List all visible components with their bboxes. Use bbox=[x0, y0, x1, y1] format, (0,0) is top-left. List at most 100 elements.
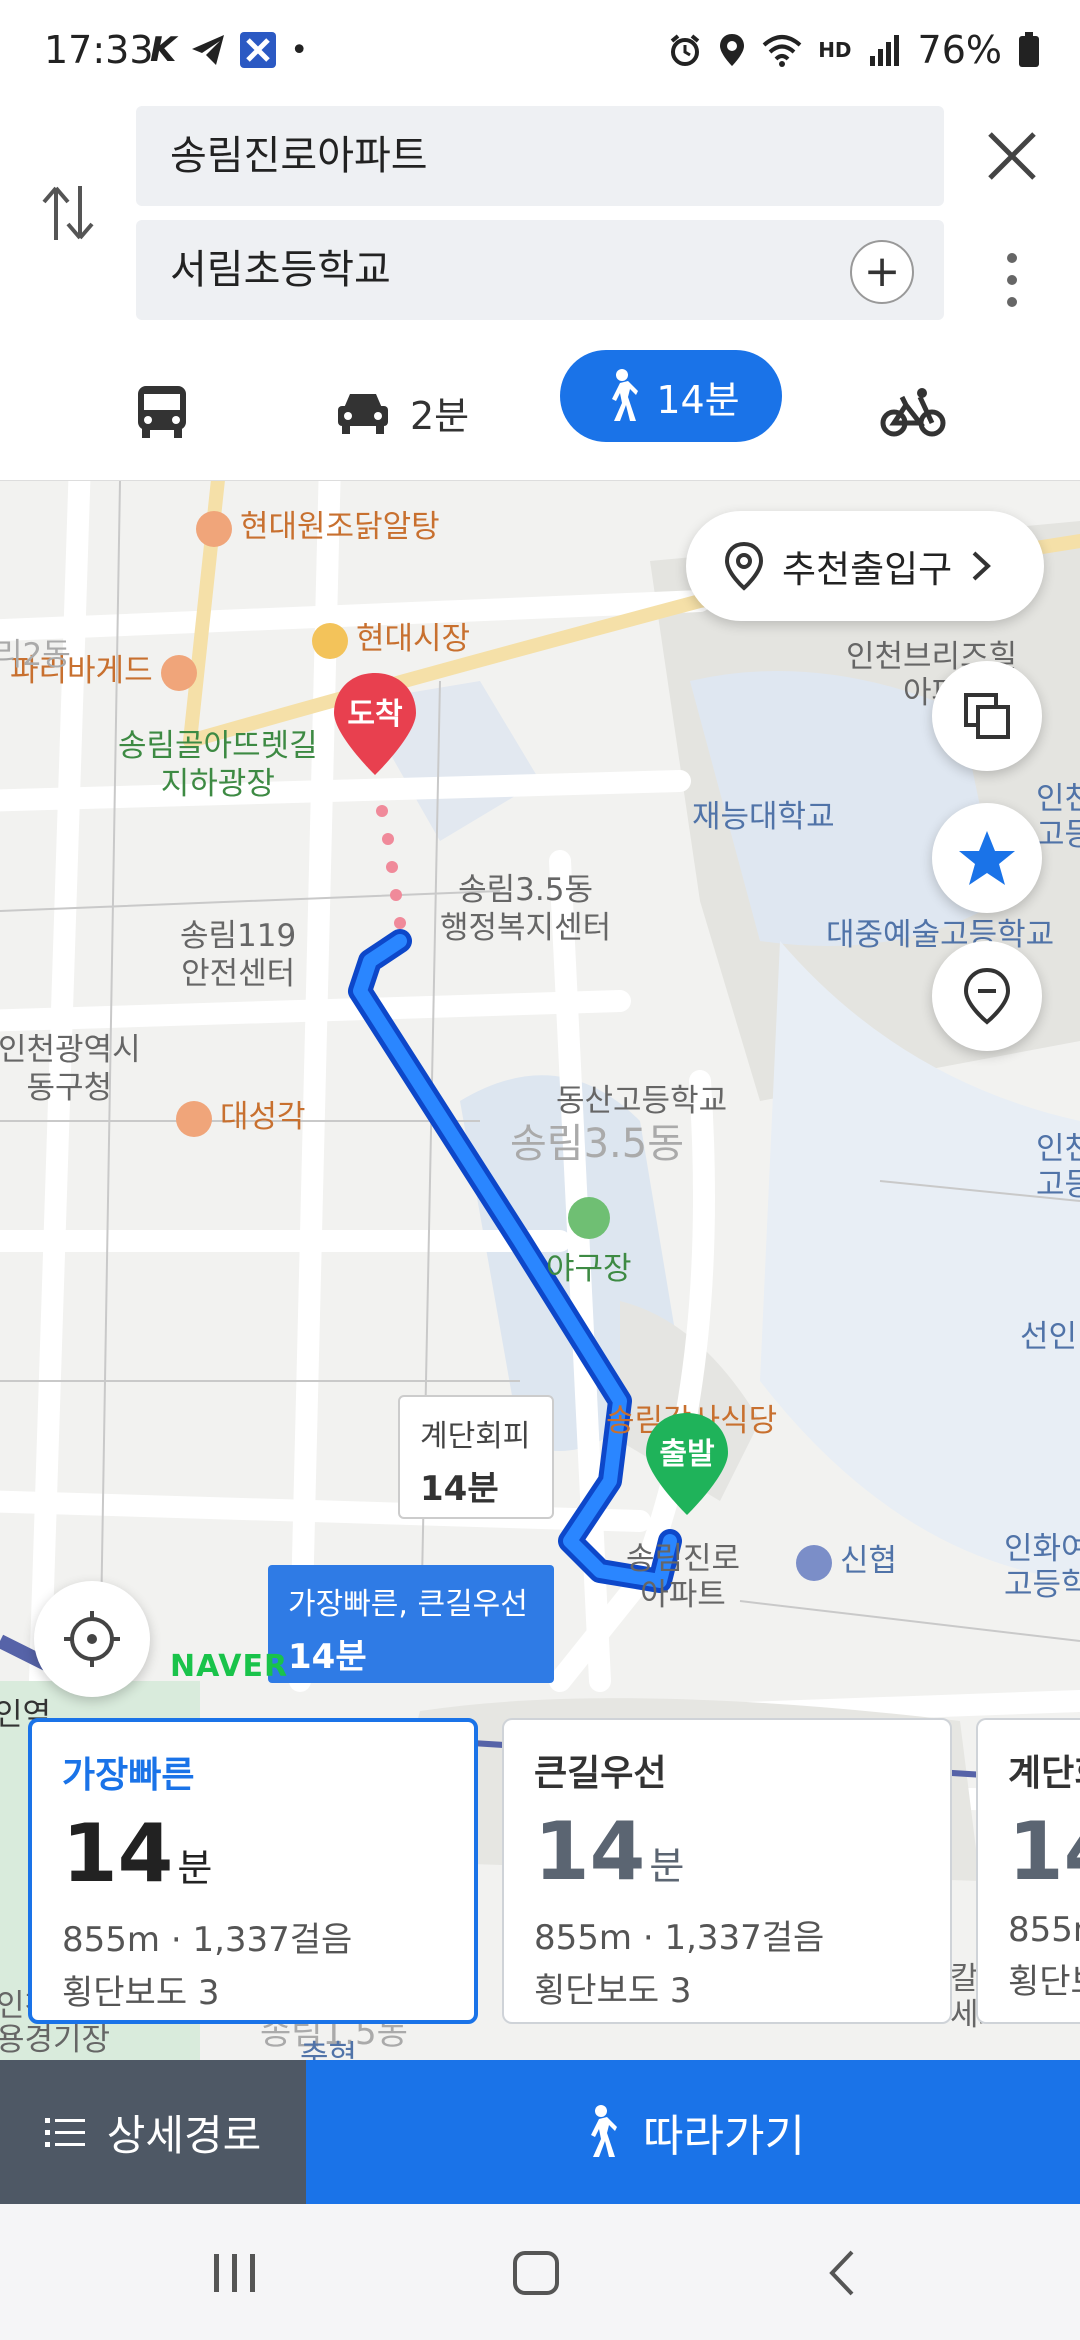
field-icon bbox=[567, 1197, 610, 1239]
location-icon bbox=[720, 34, 745, 66]
dot-icon: • bbox=[290, 32, 309, 68]
map-label-arts-highschool[interactable]: 대중예술고등학교 bbox=[826, 909, 1054, 954]
star-icon bbox=[959, 831, 1015, 885]
destination-text: 서림초등학교 bbox=[170, 247, 391, 293]
map-label-right-2: 인천고등 bbox=[1036, 1131, 1080, 1203]
route-card-title: 계단회 bbox=[1008, 1753, 1080, 1794]
swap-icon[interactable] bbox=[40, 180, 96, 246]
map-label-right-4: 인화여고등학 bbox=[1004, 1531, 1080, 1603]
tab-transit[interactable] bbox=[136, 366, 188, 458]
route-card-time: 14 분 bbox=[62, 1807, 213, 1900]
app-k-icon: K bbox=[150, 30, 177, 70]
map-label-right-1: 인천고등 bbox=[1036, 781, 1080, 853]
close-icon[interactable] bbox=[986, 130, 1038, 182]
map-label-safety-center[interactable]: 송림119 안전센터 bbox=[180, 917, 296, 993]
favorites-button[interactable] bbox=[932, 803, 1042, 913]
route-card-crossings: 횡단보도 3 bbox=[534, 1971, 692, 2011]
follow-label: 따라가기 bbox=[643, 2111, 805, 2162]
map-label-apartment[interactable]: 송림진로 아파트 bbox=[626, 1541, 740, 1613]
map-label-admin-center[interactable]: 송림3.5동 행정복지센터 bbox=[440, 871, 611, 947]
recommend-entrance-button[interactable]: 추천출입구 bbox=[686, 511, 1044, 621]
chevron-right-icon bbox=[972, 551, 992, 581]
map-label-bottom-center-2: 충혁 bbox=[300, 2039, 358, 2060]
route-card-main-road[interactable]: 큰길우선 14 분 855m · 1,337걸음 횡단보도 3 bbox=[502, 1718, 952, 2024]
route-card-stats: 855m · 1,337걸음 bbox=[62, 1920, 353, 1960]
tab-car[interactable]: 2분 bbox=[334, 366, 469, 458]
route-card-crossings: 횡단보 bbox=[1008, 1962, 1080, 2002]
map-label-plaza[interactable]: 송림골아뜨렛길 지하광장 bbox=[118, 727, 318, 803]
departure-marker[interactable]: 출발 bbox=[642, 1409, 732, 1519]
alarm-icon bbox=[670, 34, 700, 66]
tab-bike[interactable] bbox=[880, 366, 946, 458]
location-pin-button[interactable] bbox=[932, 941, 1042, 1051]
app-x-icon bbox=[240, 32, 277, 68]
map-label-bank[interactable]: 신협 bbox=[796, 1535, 897, 1581]
map-label-baseball-field[interactable]: 야구장 bbox=[546, 1197, 632, 1288]
system-navigation-bar bbox=[0, 2204, 1080, 2340]
origin-text: 송림진로아파트 bbox=[170, 133, 428, 179]
bicycle-icon bbox=[880, 388, 946, 437]
route-card-stats: 855m bbox=[1008, 1910, 1080, 1950]
bottom-action-bar: 상세경로 따라가기 bbox=[0, 2060, 1080, 2204]
walk-time: 14분 bbox=[656, 377, 740, 422]
car-time: 2분 bbox=[410, 393, 470, 438]
list-icon bbox=[44, 2118, 85, 2147]
follow-navigation-button[interactable]: 따라가기 bbox=[306, 2060, 1080, 2204]
recent-apps-icon[interactable] bbox=[212, 2252, 258, 2294]
status-right: HD 76% bbox=[668, 28, 1040, 72]
origin-field[interactable]: 송림진로아파트 bbox=[136, 106, 944, 206]
add-waypoint-button[interactable]: + bbox=[850, 240, 914, 304]
tooltip-stairs-avoid[interactable]: 계단회피 14분 bbox=[398, 1395, 554, 1519]
naver-logo: NAVER bbox=[170, 1649, 289, 1684]
map-label-restaurant[interactable]: 현대원조닭알탕 bbox=[196, 501, 440, 547]
status-bar: 17:33 K • HD 76% bbox=[0, 0, 1080, 100]
signal-icon bbox=[869, 35, 899, 66]
battery-icon bbox=[1019, 32, 1039, 67]
route-details-button[interactable]: 상세경로 bbox=[0, 2060, 306, 2204]
more-options-icon[interactable] bbox=[1002, 250, 1022, 310]
back-icon[interactable] bbox=[826, 2248, 856, 2298]
telegram-icon bbox=[192, 35, 225, 65]
pin-minus-icon bbox=[963, 967, 1011, 1025]
tab-walk[interactable]: 14분 bbox=[560, 350, 782, 442]
route-search-header: 송림진로아파트 서림초등학교 + 2분 14분 bbox=[0, 100, 1080, 480]
destination-field[interactable]: 서림초등학교 + bbox=[136, 220, 944, 320]
map-label-right-3: 선인 bbox=[1020, 1319, 1078, 1355]
market-icon bbox=[312, 622, 348, 659]
route-card-title: 가장빠른 bbox=[62, 1755, 195, 1796]
map-label-daeseonggak[interactable]: 대성각 bbox=[176, 1091, 306, 1137]
home-icon[interactable] bbox=[512, 2250, 560, 2296]
fork-knife-icon bbox=[196, 510, 232, 547]
layers-button[interactable] bbox=[932, 661, 1042, 771]
map-label-district: 송림3.5동 bbox=[510, 1121, 685, 1167]
plus-icon: + bbox=[863, 246, 901, 297]
current-location-button[interactable] bbox=[34, 1581, 150, 1697]
bank-icon bbox=[796, 1544, 832, 1581]
battery-percent: 76% bbox=[917, 28, 1002, 72]
walk-icon bbox=[591, 2105, 618, 2157]
map-label-university[interactable]: 재능대학교 bbox=[692, 791, 835, 836]
bus-icon bbox=[138, 386, 186, 438]
map-label-ward-office[interactable]: 인천광역시 동구청 bbox=[0, 1031, 141, 1107]
route-card-crossings: 횡단보도 3 bbox=[62, 1973, 220, 2013]
route-card-stairs-avoid[interactable]: 계단회 14 855m 횡단보 bbox=[976, 1718, 1080, 2024]
recommend-entrance-label: 추천출입구 bbox=[782, 548, 953, 591]
map-label-left-edge-1: 리2동 bbox=[0, 637, 71, 673]
crosshair-icon bbox=[64, 1611, 120, 1667]
wifi-icon bbox=[762, 35, 802, 67]
bakery-icon bbox=[160, 654, 197, 691]
transport-mode-tabs: 2분 14분 bbox=[0, 350, 1080, 450]
fork-knife-icon-2 bbox=[176, 1100, 212, 1137]
route-card-fastest[interactable]: 가장빠른 14 분 855m · 1,337걸음 횡단보도 3 bbox=[28, 1718, 478, 2024]
map-label-market[interactable]: 현대시장 bbox=[312, 613, 470, 659]
route-card-stats: 855m · 1,337걸음 bbox=[534, 1918, 825, 1958]
tooltip-fastest-main-road[interactable]: 가장빠른, 큰길우선 14분 bbox=[268, 1565, 554, 1683]
route-cards: 가장빠른 14 분 855m · 1,337걸음 횡단보도 3 큰길우선 14 분 … bbox=[0, 1718, 1080, 2024]
route-card-title: 큰길우선 bbox=[534, 1753, 667, 1794]
status-time: 17:33 bbox=[44, 28, 154, 72]
notification-icons: K • bbox=[150, 30, 308, 70]
walk-icon bbox=[612, 369, 639, 421]
car-icon bbox=[338, 394, 388, 434]
arrival-marker[interactable]: 도착 bbox=[330, 669, 420, 779]
route-card-time: 14 bbox=[1008, 1805, 1080, 1898]
